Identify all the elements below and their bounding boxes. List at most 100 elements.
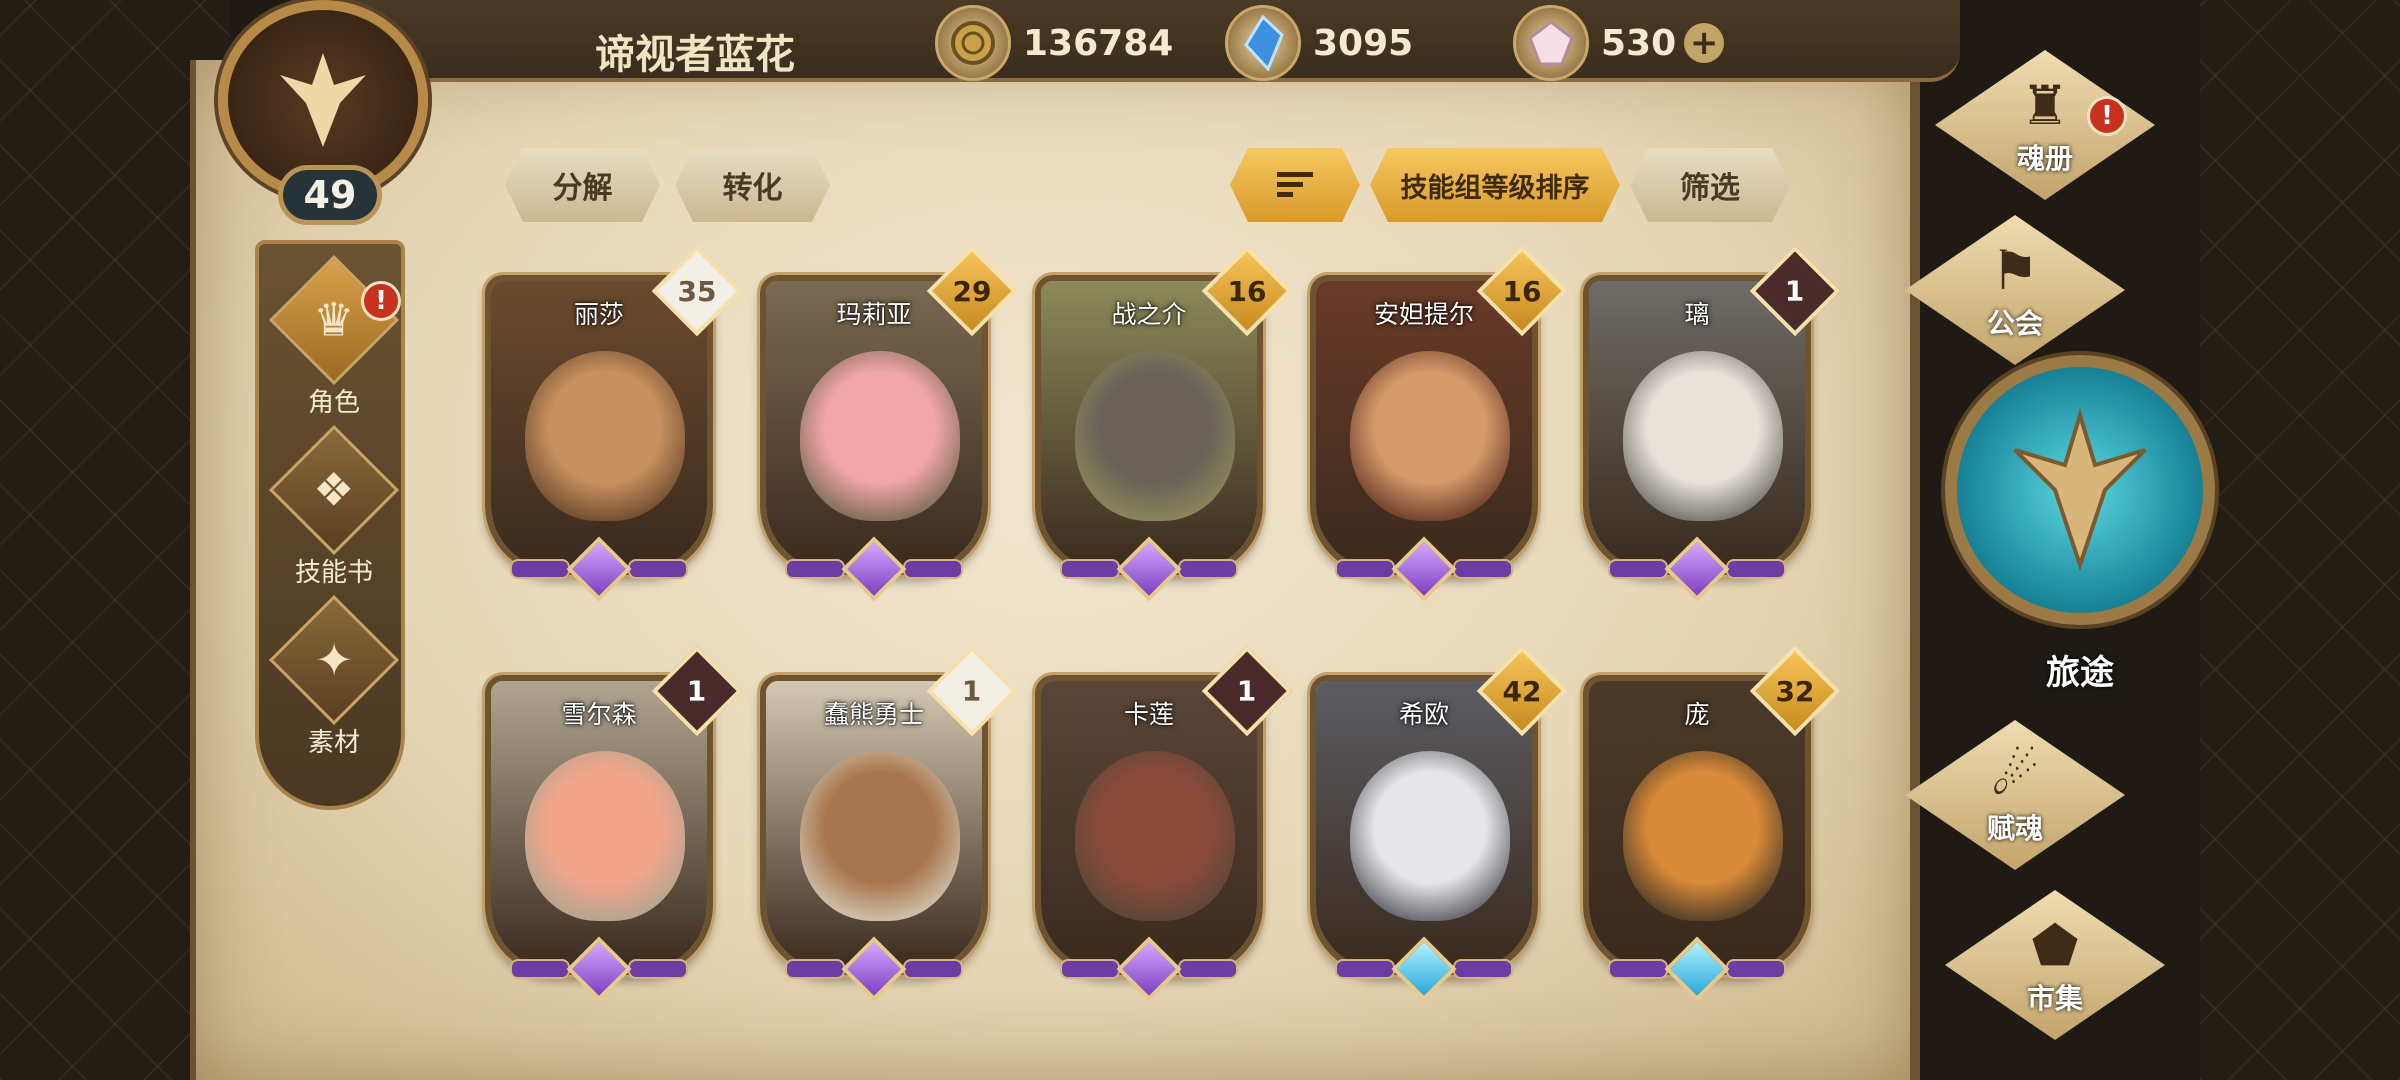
crystal-currency: 3095 xyxy=(1225,5,1414,81)
character-card[interactable]: 璃 1 xyxy=(1583,245,1841,602)
crystal-amount: 3095 xyxy=(1313,22,1414,64)
character-portrait: 战之介 xyxy=(1041,281,1257,569)
soul-infuse-label: 赋魂 xyxy=(1986,811,2043,845)
nav-skill-books-label: 技能书 xyxy=(294,558,373,588)
card-frame xyxy=(760,536,988,602)
character-level: 1 xyxy=(1785,274,1805,308)
character-face xyxy=(1075,751,1235,921)
character-card[interactable]: 卡莲 1 xyxy=(1035,645,1293,1002)
card-frame xyxy=(760,936,988,1002)
guild-label: 公会 xyxy=(1986,306,2043,340)
character-card[interactable]: 希欧 42 xyxy=(1310,645,1568,1002)
card-frame xyxy=(1583,536,1811,602)
rank-gem-icon xyxy=(566,936,632,1002)
soul-book-icon: ♜ xyxy=(2020,73,2070,137)
character-level: 42 xyxy=(1502,674,1542,708)
character-portrait: 璃 xyxy=(1589,281,1805,569)
character-face xyxy=(1350,751,1510,921)
card-frame xyxy=(1583,936,1811,1002)
character-card[interactable]: 丽莎 35 xyxy=(485,245,743,602)
nav-characters-label: 角色 xyxy=(307,388,360,418)
gold-currency: 136784 xyxy=(935,5,1174,81)
rank-gem-icon xyxy=(841,936,907,1002)
nav-characters[interactable]: ♛ 角色 ! xyxy=(259,254,409,419)
character-level: 35 xyxy=(677,274,717,308)
right-background xyxy=(2200,0,2400,1080)
character-card[interactable]: 安妲提尔 16 xyxy=(1310,245,1568,602)
decompose-button[interactable]: 分解 xyxy=(505,148,660,222)
character-card[interactable]: 战之介 16 xyxy=(1035,245,1293,602)
market-label: 市集 xyxy=(2026,981,2083,1015)
character-portrait: 卡莲 xyxy=(1041,681,1257,969)
player-emblem[interactable]: 49 xyxy=(190,0,480,240)
character-card[interactable]: 庞 32 xyxy=(1583,645,1841,1002)
character-face xyxy=(1623,751,1783,921)
soul-book-button[interactable]: ♜ 魂册 ! xyxy=(1935,50,2155,200)
pink-gem-icon xyxy=(1513,5,1589,81)
character-face xyxy=(525,751,685,921)
nav-skill-books[interactable]: ❖ 技能书 xyxy=(259,424,409,589)
rank-gem-icon xyxy=(566,536,632,602)
character-portrait: 庞 xyxy=(1589,681,1805,969)
guild-button[interactable]: ⚑ 公会 xyxy=(1905,215,2125,365)
skill-book-icon: ❖ xyxy=(313,463,355,517)
rank-gem-icon xyxy=(1116,536,1182,602)
character-level: 1 xyxy=(962,674,982,708)
market-icon: ⬟ xyxy=(2031,913,2079,977)
gold-coin-icon xyxy=(935,5,1011,81)
character-face xyxy=(800,751,960,921)
player-name: 谛视者蓝花 xyxy=(595,32,795,78)
character-portrait: 玛莉亚 xyxy=(766,281,982,569)
character-card[interactable]: 玛莉亚 29 xyxy=(760,245,1018,602)
sort-order-button[interactable]: 技能组等级排序 xyxy=(1370,148,1620,222)
character-level: 16 xyxy=(1502,274,1542,308)
character-face xyxy=(1623,351,1783,521)
character-portrait: 丽莎 xyxy=(491,281,707,569)
filter-button[interactable]: 筛选 xyxy=(1630,148,1790,222)
rank-gem-icon xyxy=(1391,936,1457,1002)
card-frame xyxy=(1310,536,1538,602)
nav-materials[interactable]: ✦ 素材 xyxy=(259,594,409,759)
rank-gem-icon xyxy=(1391,536,1457,602)
rank-gem-icon xyxy=(1664,536,1730,602)
character-card[interactable]: 蠢熊勇士 1 xyxy=(760,645,1018,1002)
left-nav: ♛ 角色 ! ❖ 技能书 ✦ 素材 xyxy=(255,240,405,810)
add-gem-button[interactable]: + xyxy=(1684,23,1725,63)
gem-amount: 530 xyxy=(1601,22,1677,64)
character-face xyxy=(1350,351,1510,521)
character-level: 1 xyxy=(1237,674,1257,708)
characters-alert-icon: ! xyxy=(361,281,401,321)
materials-icon: ✦ xyxy=(314,632,354,687)
nav-materials-label: 素材 xyxy=(307,728,360,758)
blue-crystal-icon xyxy=(1225,5,1301,81)
soul-book-label: 魂册 xyxy=(2016,141,2073,175)
character-portrait: 雪尔森 xyxy=(491,681,707,969)
player-level: 49 xyxy=(278,165,382,225)
character-level: 1 xyxy=(687,674,707,708)
journey-button[interactable]: 旅途 xyxy=(1945,355,2215,693)
card-frame xyxy=(1035,536,1263,602)
journey-icon xyxy=(1945,355,2215,625)
card-frame xyxy=(485,936,713,1002)
character-level: 29 xyxy=(952,274,992,308)
character-card[interactable]: 雪尔森 1 xyxy=(485,645,743,1002)
character-portrait: 希欧 xyxy=(1316,681,1532,969)
soul-infuse-icon: ☄ xyxy=(1990,743,2040,807)
convert-button[interactable]: 转化 xyxy=(675,148,830,222)
card-frame xyxy=(1035,936,1263,1002)
rank-gem-icon xyxy=(1664,936,1730,1002)
gem-currency: 530 + xyxy=(1513,5,1725,81)
soul-infuse-button[interactable]: ☄ 赋魂 xyxy=(1905,720,2125,870)
sort-direction-button[interactable] xyxy=(1230,148,1360,222)
character-icon: ♛ xyxy=(313,293,355,347)
sort-icon xyxy=(1275,169,1315,201)
gold-amount: 136784 xyxy=(1023,22,1174,64)
character-portrait: 蠢熊勇士 xyxy=(766,681,982,969)
guild-icon: ⚑ xyxy=(1990,238,2040,302)
character-face xyxy=(525,351,685,521)
rank-gem-icon xyxy=(1116,936,1182,1002)
card-frame xyxy=(485,536,713,602)
soul-book-alert-icon: ! xyxy=(2087,96,2127,136)
market-button[interactable]: ⬟ 市集 xyxy=(1945,890,2165,1040)
character-face xyxy=(1075,351,1235,521)
